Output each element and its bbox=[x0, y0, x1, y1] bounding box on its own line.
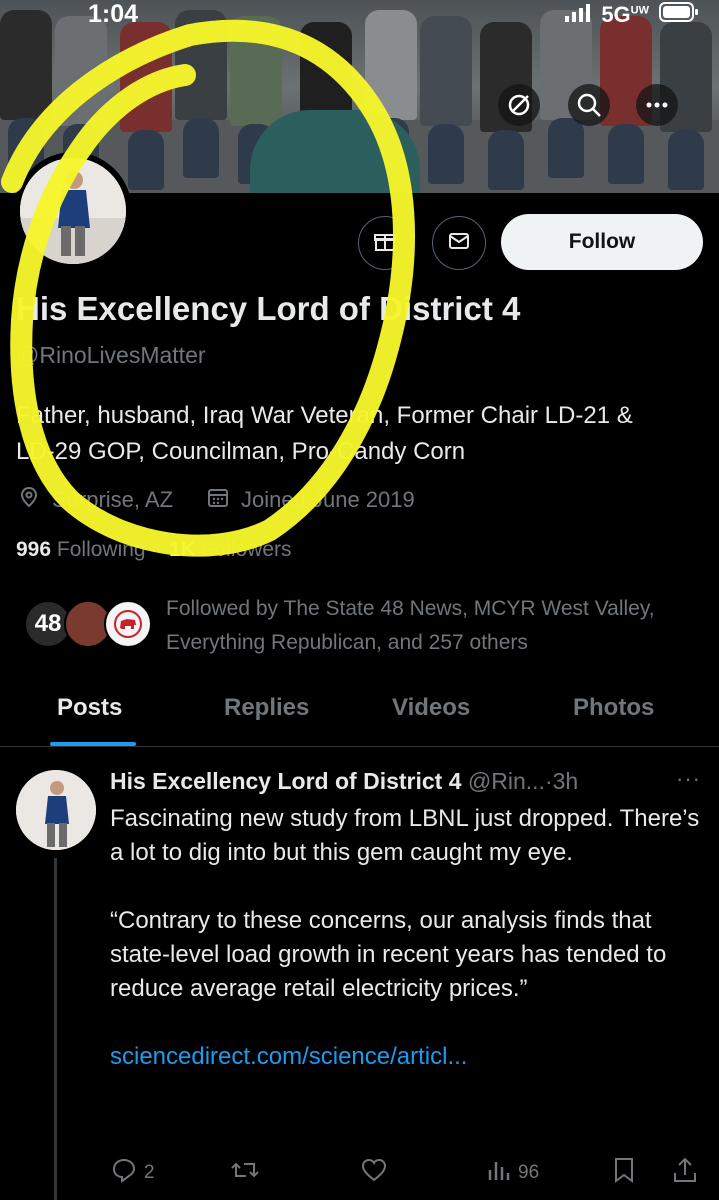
profile-name: His Excellency Lord of District 4 bbox=[16, 290, 521, 327]
bio-line-1: Father, husband, Iraq War Veteran, Forme… bbox=[16, 402, 633, 429]
profile-tabs: Posts Replies Videos Photos bbox=[0, 684, 719, 746]
bio-line-2: LD-29 GOP, Councilman, Pro-Candy Corn bbox=[16, 438, 466, 465]
banner-person-legs bbox=[183, 118, 219, 178]
post-link[interactable]: sciencedirect.com/science/articl... bbox=[110, 1040, 700, 1074]
status-time: 1:04 bbox=[88, 0, 139, 28]
location-icon bbox=[18, 486, 40, 514]
avatar-everything-republican bbox=[104, 600, 152, 648]
profile-avatar[interactable] bbox=[14, 152, 132, 270]
message-button[interactable] bbox=[432, 216, 486, 270]
profile-counts: 996 Following 1K Followers bbox=[16, 538, 292, 562]
signal-icon bbox=[565, 2, 591, 28]
post-body: Fascinating new study from LBNL just dro… bbox=[110, 802, 700, 1074]
banner-person-legs bbox=[488, 130, 524, 190]
post-paragraph-2: “Contrary to these concerns, our analysi… bbox=[110, 907, 667, 1002]
status-right: 5GUW bbox=[565, 2, 699, 28]
battery-icon bbox=[659, 2, 699, 28]
post-separator: · bbox=[544, 768, 553, 794]
profile-bio: Father, husband, Iraq War Veteran, Forme… bbox=[16, 398, 706, 470]
banner-person-legs bbox=[548, 118, 584, 178]
bookmark-icon bbox=[612, 1156, 636, 1190]
banner-person-legs bbox=[428, 124, 464, 184]
search-icon[interactable] bbox=[568, 84, 610, 126]
followed-by-text[interactable]: Followed by The State 48 News, MCYR West… bbox=[166, 592, 686, 660]
share-button[interactable] bbox=[672, 1156, 698, 1190]
banner-person bbox=[120, 22, 172, 132]
tabs-divider bbox=[0, 746, 719, 747]
post-paragraph-1: Fascinating new study from LBNL just dro… bbox=[110, 805, 700, 866]
banner-person-legs bbox=[128, 130, 164, 190]
network-label: 5GUW bbox=[601, 2, 649, 27]
circle-slash-icon[interactable] bbox=[498, 84, 540, 126]
like-button[interactable] bbox=[360, 1156, 388, 1190]
tab-photos[interactable]: Photos bbox=[573, 694, 654, 722]
profile-handle: @RinoLivesMatter bbox=[16, 342, 206, 368]
banner-person-legs bbox=[608, 124, 644, 184]
calendar-icon bbox=[207, 486, 229, 514]
reply-button[interactable]: 2 bbox=[110, 1156, 155, 1190]
profile-meta: Surprise, AZ Joined June 2019 bbox=[18, 486, 415, 514]
profile-location: Surprise, AZ bbox=[52, 487, 174, 512]
followed-by-avatars[interactable]: 48 bbox=[20, 598, 160, 658]
like-icon bbox=[360, 1156, 388, 1190]
follow-button[interactable]: Follow bbox=[501, 214, 703, 270]
thread-line bbox=[54, 858, 57, 1200]
post-actions: 2 96 bbox=[110, 1156, 710, 1190]
post-handle[interactable]: @Rin... bbox=[468, 768, 545, 794]
mail-icon bbox=[447, 229, 471, 258]
followers-link[interactable]: 1K Followers bbox=[169, 538, 292, 561]
repost-button[interactable] bbox=[230, 1156, 260, 1190]
post-author[interactable]: His Excellency Lord of District 4 bbox=[110, 768, 462, 794]
tab-videos[interactable]: Videos bbox=[392, 694, 470, 722]
views-button[interactable]: 96 bbox=[486, 1156, 539, 1190]
post-more-icon[interactable]: ··· bbox=[676, 766, 701, 792]
reply-count: 2 bbox=[144, 1162, 155, 1183]
reply-icon bbox=[110, 1156, 138, 1190]
gift-button[interactable] bbox=[358, 216, 412, 270]
banner-foreground-person bbox=[250, 110, 420, 193]
retweet-icon bbox=[230, 1156, 260, 1190]
bookmark-button[interactable] bbox=[612, 1156, 636, 1190]
gift-icon bbox=[373, 229, 397, 258]
more-icon[interactable] bbox=[636, 84, 678, 126]
views-count: 96 bbox=[518, 1162, 540, 1183]
banner-person-legs bbox=[668, 130, 704, 190]
tab-posts[interactable]: Posts bbox=[57, 694, 122, 722]
post-avatar[interactable] bbox=[16, 770, 96, 850]
tab-replies[interactable]: Replies bbox=[224, 694, 309, 722]
views-icon bbox=[486, 1156, 512, 1190]
share-icon bbox=[672, 1156, 698, 1190]
profile-joined: Joined June 2019 bbox=[241, 487, 415, 512]
following-link[interactable]: 996 Following bbox=[16, 538, 146, 561]
avatar-photo bbox=[20, 158, 126, 264]
status-bar: 1:04 5GUW bbox=[0, 0, 719, 34]
post-header: His Excellency Lord of District 4 @Rin..… bbox=[110, 768, 578, 795]
post-time: 3h bbox=[552, 768, 579, 794]
